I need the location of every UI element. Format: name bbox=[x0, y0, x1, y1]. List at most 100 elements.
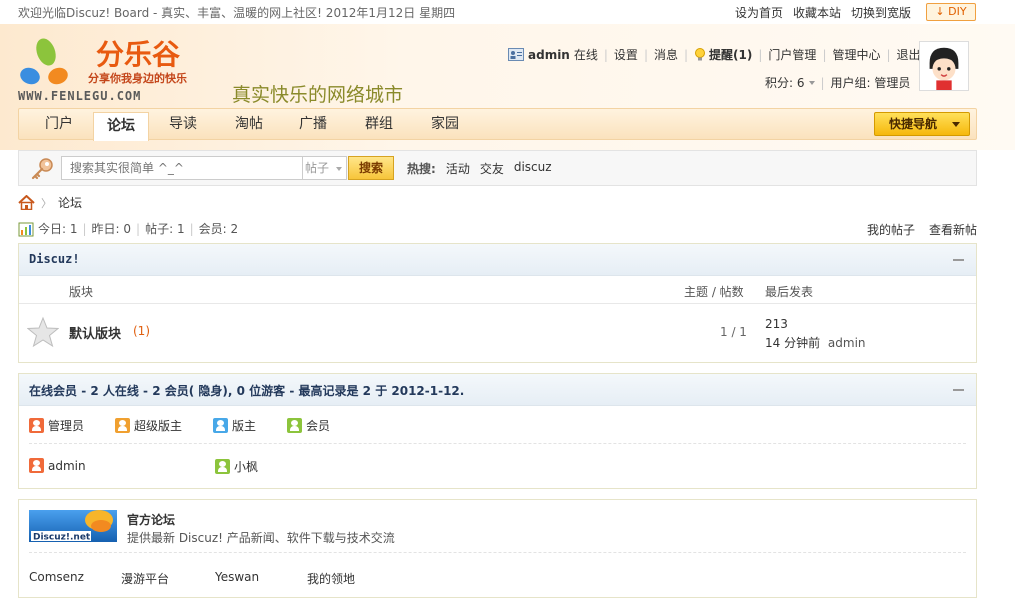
messages-link[interactable]: 消息 bbox=[654, 46, 678, 63]
logout-link[interactable]: 退出 bbox=[897, 46, 921, 63]
partner-description: 提供最新 Discuz! 产品新闻、软件下载与技术交流 bbox=[127, 531, 395, 545]
forum-name-link[interactable]: 默认版块 bbox=[69, 323, 121, 342]
hot-search-label: 热搜: bbox=[407, 162, 436, 176]
hot-search-item[interactable]: 交友 bbox=[480, 160, 504, 177]
remind-link[interactable]: 提醒(1) bbox=[709, 46, 752, 63]
hot-search-item[interactable]: discuz bbox=[514, 160, 552, 177]
member-icon bbox=[215, 459, 230, 474]
logo-tagline: 分享你我身边的快乐 bbox=[88, 71, 187, 85]
forum-table-header: 版块 主题 / 帖数 最后发表 bbox=[19, 276, 976, 304]
user-bar: admin 在线 | 设置 | 消息 | 提醒(1) | 门户管理 | 管理中心… bbox=[508, 46, 921, 63]
nav-item-broadcast[interactable]: 广播 bbox=[283, 109, 343, 140]
search-bar: 帖子 搜索 热搜: 活动 交友 discuz bbox=[18, 150, 977, 186]
partner-link[interactable]: 我的领地 bbox=[307, 570, 355, 587]
my-posts-link[interactable]: 我的帖子 bbox=[867, 221, 915, 238]
online-users: admin 小枫 bbox=[19, 444, 976, 490]
set-homepage-link[interactable]: 设为首页 bbox=[735, 4, 783, 21]
breadcrumb: 〉 论坛 bbox=[18, 194, 82, 211]
col-threads-posts: 主题 / 帖数 bbox=[684, 285, 744, 299]
chevron-down-icon bbox=[952, 122, 960, 127]
nav-item-collection[interactable]: 淘帖 bbox=[219, 109, 279, 140]
partner-link[interactable]: Yeswan bbox=[215, 570, 307, 587]
online-members-link[interactable]: 在线会员 bbox=[29, 384, 77, 398]
last-post-meta: 14 分钟前 admin bbox=[765, 334, 866, 351]
search-button[interactable]: 搜索 bbox=[348, 156, 394, 180]
new-posts-link[interactable]: 查看新帖 bbox=[929, 221, 977, 238]
nav-item-home[interactable]: 家园 bbox=[415, 109, 475, 140]
partner-link[interactable]: 漫游平台 bbox=[121, 570, 215, 587]
diy-button[interactable]: ↓ DIY bbox=[926, 3, 976, 21]
bookmark-link[interactable]: 收藏本站 bbox=[793, 4, 841, 21]
quick-nav-button[interactable]: 快捷导航 bbox=[874, 112, 970, 136]
top-bar: 欢迎光临Discuz! Board - 真实、丰富、温暖的网上社区! 2012年… bbox=[0, 0, 1015, 24]
last-post-author[interactable]: admin bbox=[828, 336, 866, 350]
user-group-link[interactable]: 用户组: 管理员 bbox=[831, 74, 911, 91]
last-post-link[interactable]: 213 bbox=[765, 317, 788, 331]
table-row: 默认版块 (1) 1 / 1 213 14 分钟前 admin bbox=[19, 304, 976, 360]
credits-link[interactable]: 积分: 6 bbox=[765, 74, 805, 91]
top-links: 设为首页 收藏本站 切换到宽版 bbox=[735, 4, 911, 21]
partner-link[interactable]: Comsenz bbox=[29, 570, 121, 587]
partners-panel: Discuz!.net 官方论坛 提供最新 Discuz! 产品新闻、软件下载与… bbox=[18, 499, 977, 598]
down-arrow-icon: ↓ bbox=[935, 5, 945, 18]
admin-user-icon bbox=[29, 458, 44, 473]
legend-member: 会员 bbox=[287, 417, 330, 434]
stats-links: 我的帖子 查看新帖 bbox=[867, 221, 977, 238]
legend-super-moderator: 超级版主 bbox=[115, 417, 182, 434]
settings-link[interactable]: 设置 bbox=[614, 46, 638, 63]
admin-center-link[interactable]: 管理中心 bbox=[832, 46, 880, 63]
online-header: 在线会员 - 2 人在线 - 2 会员( 隐身), 0 位游客 - 最高记录是 … bbox=[19, 374, 976, 406]
legend-admin: 管理员 bbox=[29, 417, 84, 434]
search-type-select[interactable]: 帖子 bbox=[303, 156, 347, 180]
lightbulb-icon bbox=[695, 47, 706, 60]
list-item[interactable]: 小枫 bbox=[215, 458, 258, 475]
nav-item-group[interactable]: 群组 bbox=[349, 109, 409, 140]
main-nav: 门户 论坛 导读 淘帖 广播 群组 家园 快捷导航 bbox=[18, 108, 977, 141]
portal-admin-link[interactable]: 门户管理 bbox=[768, 46, 816, 63]
partner-logo-text: Discuz!.net bbox=[33, 533, 91, 543]
chart-icon bbox=[18, 222, 34, 236]
chevron-down-icon bbox=[336, 167, 342, 171]
last-post-time: 14 分钟前 bbox=[765, 336, 821, 350]
forum-threads-posts: 1 / 1 bbox=[720, 325, 747, 339]
list-item[interactable]: admin bbox=[29, 458, 86, 473]
search-input[interactable] bbox=[61, 156, 303, 180]
nav-item-forum[interactable]: 论坛 bbox=[93, 112, 149, 141]
collapse-icon[interactable] bbox=[953, 389, 964, 391]
online-status: 在线 bbox=[573, 48, 598, 62]
breadcrumb-forum[interactable]: 论坛 bbox=[58, 194, 82, 211]
discuz-logo[interactable]: Discuz!.net bbox=[29, 510, 117, 542]
wide-mode-link[interactable]: 切换到宽版 bbox=[851, 4, 911, 21]
category-panel: Discuz! 版块 主题 / 帖数 最后发表 默认版块 (1) 1 / 1 2… bbox=[18, 243, 977, 363]
online-summary: - 2 人在线 - 2 会员( 隐身), 0 位游客 - 最高记录是 2 于 2… bbox=[77, 384, 465, 398]
forum-today-count: (1) bbox=[133, 324, 150, 338]
header: 分乐谷 分享你我身边的快乐 WWW.FENLEGU.COM 真实快乐的网络城市 … bbox=[0, 24, 1015, 150]
admin-user-icon bbox=[29, 418, 44, 433]
collapse-icon[interactable] bbox=[953, 259, 964, 261]
category-header: Discuz! bbox=[19, 244, 976, 276]
logo-url: WWW.FENLEGU.COM bbox=[18, 89, 141, 103]
chevron-down-icon[interactable] bbox=[808, 80, 815, 85]
site-slogan: 真实快乐的网络城市 bbox=[232, 84, 404, 106]
username-link[interactable]: admin bbox=[528, 48, 570, 62]
divider bbox=[29, 552, 966, 553]
site-logo[interactable]: 分乐谷 分享你我身边的快乐 WWW.FENLEGU.COM bbox=[18, 32, 228, 104]
super-moderator-icon bbox=[115, 418, 130, 433]
hot-search: 热搜: 活动 交友 discuz bbox=[407, 160, 552, 177]
stat-yesterday: 昨日: 0 bbox=[91, 222, 132, 236]
star-icon bbox=[27, 316, 59, 348]
key-icon bbox=[31, 158, 53, 180]
avatar[interactable] bbox=[919, 41, 969, 91]
nav-item-portal[interactable]: 门户 bbox=[29, 109, 89, 140]
member-icon bbox=[287, 418, 302, 433]
category-title[interactable]: Discuz! bbox=[29, 252, 80, 266]
online-title-text: 在线会员 - 2 人在线 - 2 会员( 隐身), 0 位游客 - 最高记录是 … bbox=[29, 382, 464, 399]
moderator-icon bbox=[213, 418, 228, 433]
col-last-post: 最后发表 bbox=[765, 285, 814, 299]
nav-item-guide[interactable]: 导读 bbox=[153, 109, 213, 140]
stat-members: 会员: 2 bbox=[198, 222, 239, 236]
partner-title-link[interactable]: 官方论坛 bbox=[127, 511, 175, 528]
forum-stats: 今日: 1 | 昨日: 0 | 帖子: 1 | 会员: 2 bbox=[18, 220, 238, 237]
hot-search-item[interactable]: 活动 bbox=[446, 160, 470, 177]
home-icon[interactable] bbox=[18, 195, 35, 210]
